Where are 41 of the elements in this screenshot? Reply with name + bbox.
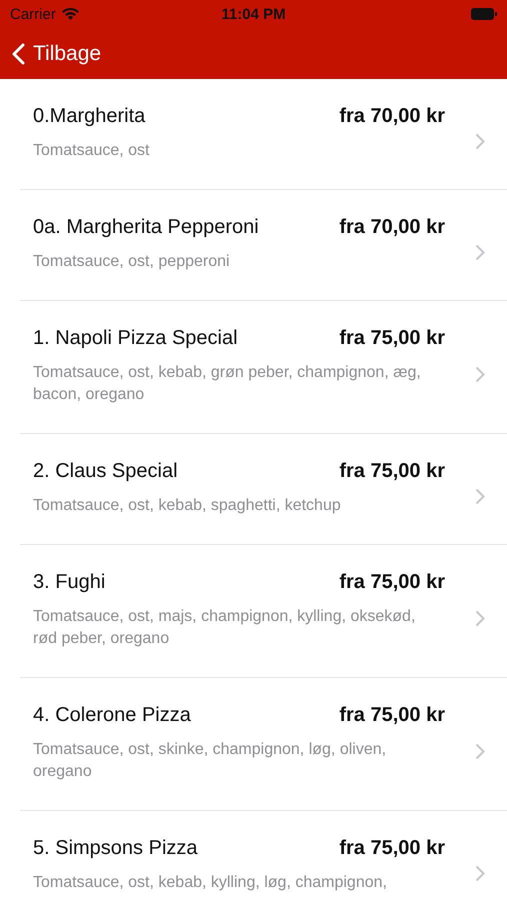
item-description: Tomatsauce, ost, majs, champignon, kylling, oksekød, rød peber, oregano — [33, 607, 416, 649]
menu-item[interactable]: 1. Napoli Pizza Special fra 75,00 kr Tomatsauce, ost, kebab, grøn peber, champignon, æg, bacon, oregano — [20, 301, 507, 434]
chevron-right-icon — [475, 366, 485, 383]
chevron-right-icon — [475, 865, 485, 882]
item-name: 0.Margherita — [33, 104, 146, 129]
chevron-right-icon — [475, 743, 485, 760]
item-name: 1. Napoli Pizza Special — [33, 326, 238, 351]
item-name: 0a. Margherita Pepperoni — [33, 215, 259, 240]
item-description: Tomatsauce, ost, kebab, kylling, løg, champignon, — [33, 873, 388, 893]
chevron-right-icon — [475, 610, 485, 627]
chevron-right-icon — [475, 133, 485, 150]
item-description: Tomatsauce, ost, skinke, champignon, løg, oliven, oregano — [33, 740, 388, 782]
item-description: Tomatsauce, ost, pepperoni — [33, 252, 231, 272]
item-price: fra 75,00 kr — [339, 836, 445, 861]
menu-item[interactable]: 3. Fughi fra 75,00 kr Tomatsauce, ost, majs, champignon, kylling, oksekød, rød peber, oregano — [20, 545, 507, 678]
item-price: fra 70,00 kr — [339, 215, 445, 240]
back-button[interactable]: Tilbage — [12, 42, 102, 66]
menu-item[interactable]: 0.Margherita fra 70,00 kr Tomatsauce, ost — [20, 79, 507, 190]
item-price: fra 75,00 kr — [339, 703, 445, 728]
status-time: 11:04 PM — [221, 6, 286, 22]
item-price: fra 70,00 kr — [339, 104, 445, 129]
item-name: 4. Colerone Pizza — [33, 703, 191, 728]
item-description: Tomatsauce, ost — [33, 141, 150, 161]
wifi-icon — [62, 8, 79, 20]
chevron-right-icon — [475, 488, 485, 505]
battery-icon — [471, 8, 497, 20]
menu-item[interactable]: 4. Colerone Pizza fra 75,00 kr Tomatsauce, ost, skinke, champignon, løg, oliven, oregano — [20, 678, 507, 811]
item-name: 3. Fughi — [33, 570, 106, 595]
item-price: fra 75,00 kr — [339, 326, 445, 351]
menu-item[interactable]: 0a. Margherita Pepperoni fra 70,00 kr Tomatsauce, ost, pepperoni — [20, 190, 507, 301]
chevron-right-icon — [475, 244, 485, 261]
menu-item[interactable]: 2. Claus Special fra 75,00 kr Tomatsauce, ost, kebab, spaghetti, ketchup — [20, 434, 507, 545]
carrier-label: Carrier — [10, 6, 56, 22]
chevron-left-icon — [12, 42, 25, 64]
item-name: 2. Claus Special — [33, 459, 178, 484]
item-description: Tomatsauce, ost, kebab, spaghetti, ketchup — [33, 496, 342, 516]
item-price: fra 75,00 kr — [339, 570, 445, 595]
menu-item[interactable]: 5. Simpsons Pizza fra 75,00 kr Tomatsauce, ost, kebab, kylling, løg, champignon, — [20, 811, 507, 900]
item-price: fra 75,00 kr — [339, 459, 445, 484]
item-description: Tomatsauce, ost, kebab, grøn peber, champignon, æg, bacon, oregano — [33, 363, 422, 405]
item-name: 5. Simpsons Pizza — [33, 836, 198, 861]
